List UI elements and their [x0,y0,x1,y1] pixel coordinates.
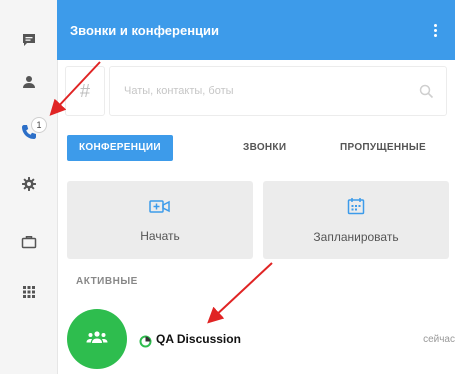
briefcase-icon [21,234,37,250]
contacts-icon [21,74,37,90]
tab-calls[interactable]: ЗВОНКИ [243,135,286,161]
sidebar-item-settings[interactable] [0,164,57,204]
chat-icon [21,32,37,48]
more-vertical-icon [433,23,437,37]
app-header: Звонки и конференции [57,0,455,60]
search-row: # [65,66,447,116]
search-box [109,66,447,116]
sidebar-item-chats[interactable] [0,20,57,60]
channels-button[interactable]: # [65,66,105,116]
conference-name: QA Discussion [156,332,241,346]
active-section-title: АКТИВНЫЕ [76,276,138,287]
left-sidebar: 1 [0,0,58,374]
more-menu-button[interactable] [425,18,445,42]
sidebar-item-contacts[interactable] [0,62,57,102]
sidebar-item-briefcase[interactable] [0,222,57,262]
status-icon [139,335,152,353]
sidebar-item-calls[interactable]: 1 [0,112,57,152]
calendar-icon [347,197,365,220]
start-label: Начать [140,228,180,243]
tab-conferences[interactable]: КОНФЕРЕНЦИИ [67,135,173,161]
schedule-conference-button[interactable]: Запланировать [263,181,449,259]
main-panel: Звонки и конференции # КОНФЕРЕНЦИИ ЗВОНК… [57,0,455,374]
settings-icon [21,176,37,192]
notification-badge: 1 [31,117,47,133]
avatar [67,309,127,369]
tab-missed[interactable]: ПРОПУЩЕННЫЕ [340,135,426,161]
start-conference-button[interactable]: Начать [67,181,253,259]
conference-list-item[interactable]: QA Discussion сейчас [57,305,455,374]
search-icon[interactable] [419,84,434,104]
search-input[interactable] [110,67,446,115]
page-title: Звонки и конференции [70,22,220,38]
call-tabs: КОНФЕРЕНЦИИ ЗВОНКИ ПРОПУЩЕННЫЕ [67,135,455,161]
video-add-icon [149,198,171,219]
apps-grid-icon [22,285,36,299]
conference-time: сейчас [423,334,455,345]
group-icon [85,330,109,349]
sidebar-item-apps[interactable] [0,272,57,312]
hash-icon: # [79,80,90,101]
schedule-label: Запланировать [313,229,399,244]
